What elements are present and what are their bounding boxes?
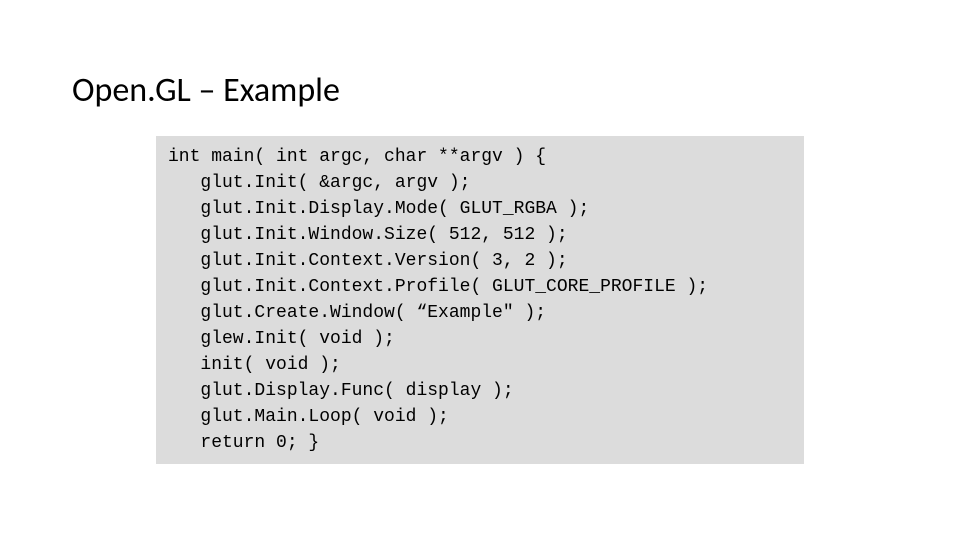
code-block: int main( int argc, char **argv ) { glut… [156,136,804,464]
slide: Open.GL – Example int main( int argc, ch… [0,0,960,540]
slide-title: Open.GL – Example [72,70,340,111]
